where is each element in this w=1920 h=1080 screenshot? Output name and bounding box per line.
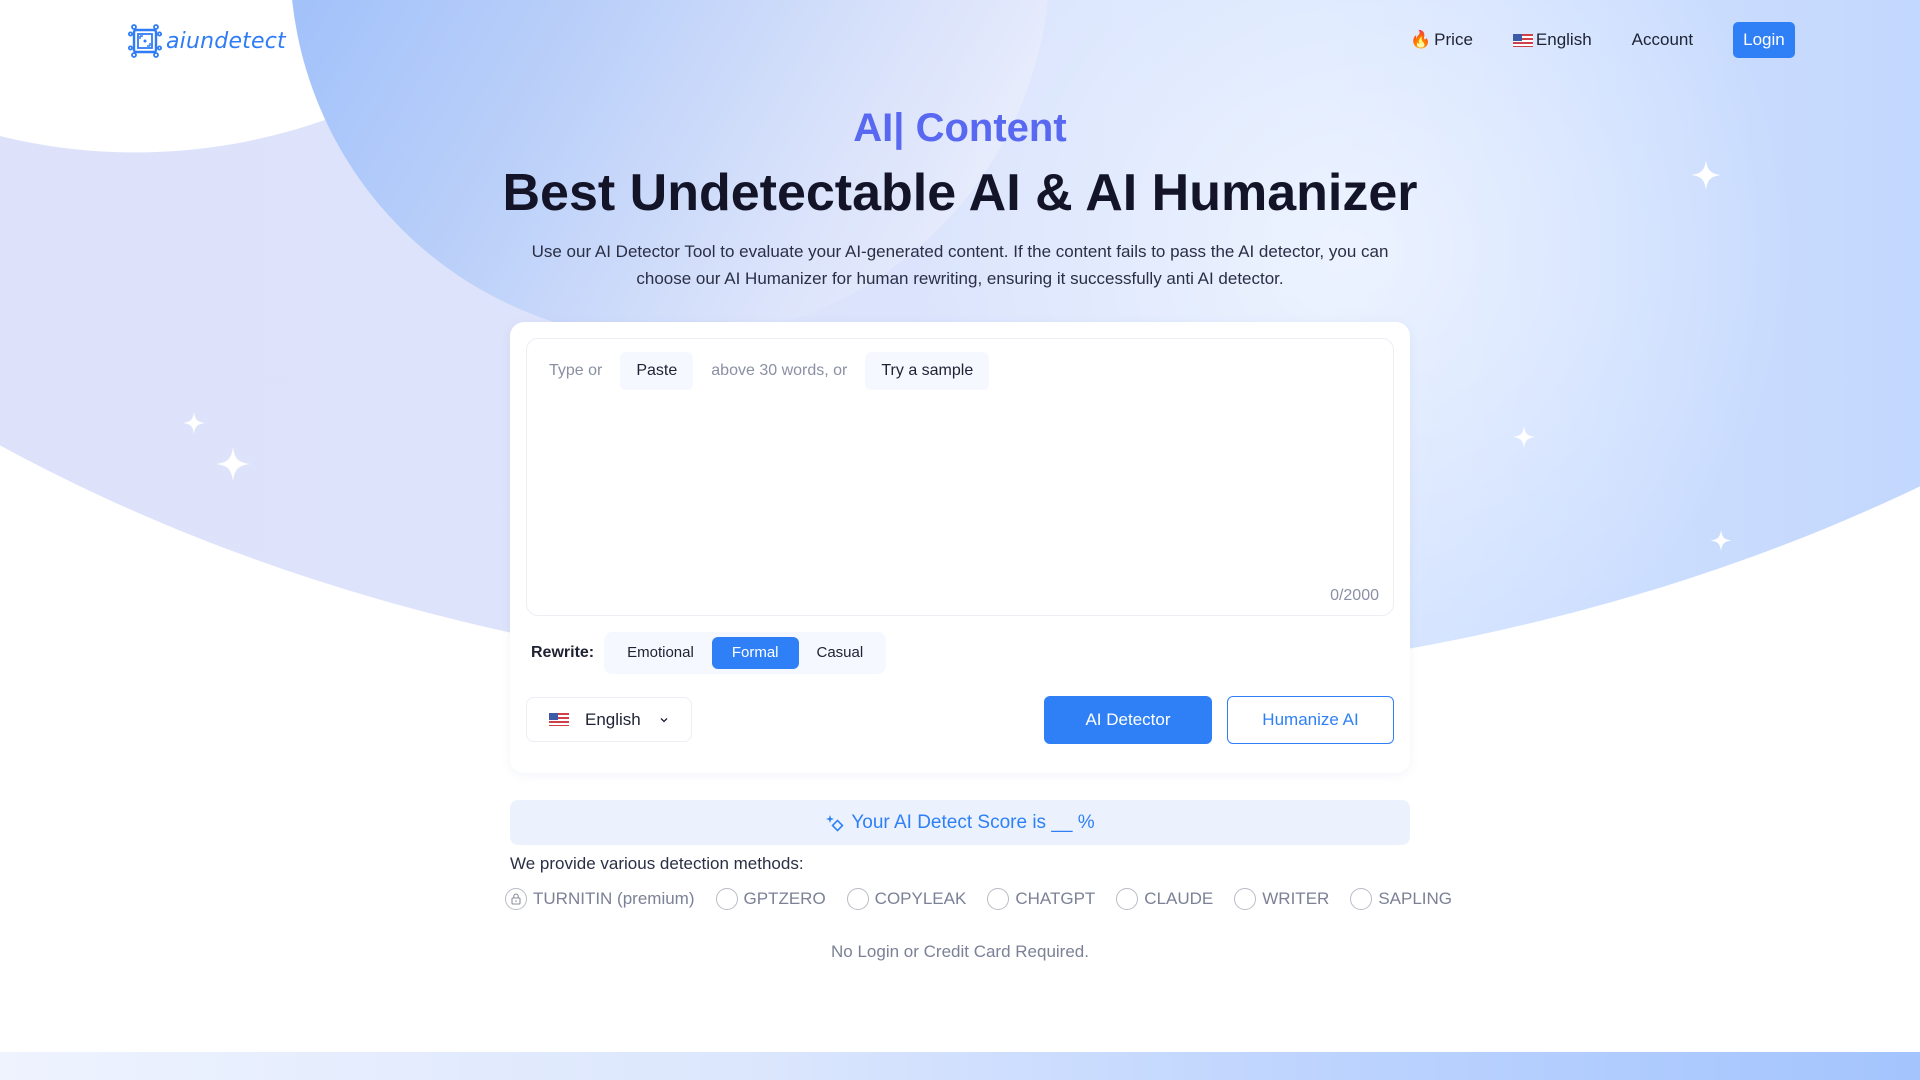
chevron-down-icon — [660, 717, 668, 722]
method-turnitin[interactable]: TURNITIN (premium) — [505, 888, 695, 910]
ai-score-text: Your AI Detect Score is __ % — [851, 811, 1095, 833]
fire-icon: 🔥 — [1410, 30, 1432, 49]
nav-price-link[interactable]: 🔥 Price — [1410, 30, 1473, 50]
method-claude[interactable]: CLAUDE — [1116, 888, 1213, 910]
method-label: COPYLEAK — [874, 889, 967, 908]
radio-button[interactable] — [715, 888, 738, 910]
input-hint-row: Type or Paste above 30 words, or Try a s… — [545, 352, 990, 390]
rewrite-option-formal[interactable]: Formal — [711, 637, 799, 669]
hero-section: AI| Content Best Undetectable AI & AI Hu… — [0, 100, 1920, 292]
method-writer[interactable]: WRITER — [1234, 888, 1329, 910]
word-counter: 0/2000 — [1330, 587, 1379, 604]
radio-button[interactable] — [1350, 888, 1373, 910]
login-button[interactable]: Login — [1733, 22, 1795, 58]
rewrite-mode-row: Rewrite: Emotional Formal Casual — [531, 632, 887, 674]
hero-kicker: AI| Content — [853, 106, 1067, 150]
radio-button[interactable] — [1116, 888, 1139, 910]
detection-methods-list: TURNITIN (premium) GPTZERO COPYLEAK CHAT… — [505, 888, 1473, 910]
method-label: CLAUDE — [1144, 889, 1214, 908]
method-label: CHATGPT — [1015, 889, 1096, 908]
sparkle-icon — [216, 445, 250, 483]
hint-middle: above 30 words, or — [711, 362, 848, 379]
language-select-value: English — [585, 709, 641, 729]
text-input-box: Type or Paste above 30 words, or Try a s… — [526, 338, 1394, 616]
rewrite-option-casual[interactable]: Casual — [799, 637, 882, 669]
next-section-strip — [0, 1052, 1920, 1080]
nav-account-link[interactable]: Account — [1632, 30, 1693, 50]
try-sample-button[interactable]: Try a sample — [865, 352, 990, 390]
method-label: WRITER — [1262, 889, 1330, 908]
site-header: aiundetect 🔥 Price English Account Login — [0, 0, 1920, 80]
rewrite-option-emotional[interactable]: Emotional — [609, 637, 712, 669]
sparkle-diamond-icon — [826, 814, 844, 832]
page-title: Best Undetectable AI & AI Humanizer — [502, 164, 1418, 222]
radio-button[interactable] — [846, 888, 869, 910]
ai-score-banner: Your AI Detect Score is __ % — [510, 800, 1410, 845]
rewrite-mode-toggle: Emotional Formal Casual — [604, 632, 887, 674]
method-label: SAPLING — [1378, 889, 1453, 908]
top-nav: 🔥 Price English Account Login — [1410, 22, 1795, 58]
ai-detector-button[interactable]: AI Detector — [1044, 696, 1212, 744]
method-gptzero[interactable]: GPTZERO — [715, 888, 826, 910]
radio-button[interactable] — [1234, 888, 1257, 910]
method-label: TURNITIN (premium) — [533, 889, 695, 908]
method-sapling[interactable]: SAPLING — [1350, 888, 1452, 910]
lock-icon[interactable] — [505, 888, 527, 910]
hint-prefix: Type or — [549, 362, 603, 379]
nav-language-label: English — [1535, 30, 1592, 49]
detector-card: Type or Paste above 30 words, or Try a s… — [510, 322, 1410, 773]
nav-language-link[interactable]: English — [1512, 30, 1592, 50]
rewrite-label: Rewrite: — [531, 644, 595, 661]
us-flag-icon — [549, 713, 569, 726]
method-chatgpt[interactable]: CHATGPT — [987, 888, 1095, 910]
method-label: GPTZERO — [743, 889, 826, 908]
content-textarea[interactable] — [545, 401, 1375, 579]
no-login-note: No Login or Credit Card Required. — [831, 942, 1089, 961]
us-flag-icon — [1512, 33, 1533, 47]
humanize-ai-button[interactable]: Humanize AI — [1227, 696, 1394, 744]
paste-button[interactable]: Paste — [620, 352, 694, 390]
method-copyleak[interactable]: COPYLEAK — [846, 888, 967, 910]
detection-methods-label: We provide various detection methods: — [510, 854, 804, 873]
radio-button[interactable] — [987, 888, 1010, 910]
nav-price-label: Price — [1434, 30, 1473, 49]
sparkle-icon — [183, 410, 205, 436]
hero-subtitle: Use our AI Detector Tool to evaluate you… — [531, 242, 1389, 288]
sparkle-icon — [1512, 426, 1536, 448]
sparkle-icon — [1710, 530, 1732, 551]
language-select[interactable]: English — [526, 697, 692, 742]
logo-link[interactable]: aiundetect — [127, 24, 286, 58]
chip-logo-icon — [127, 24, 162, 58]
logo-text: aiundetect — [166, 28, 286, 54]
